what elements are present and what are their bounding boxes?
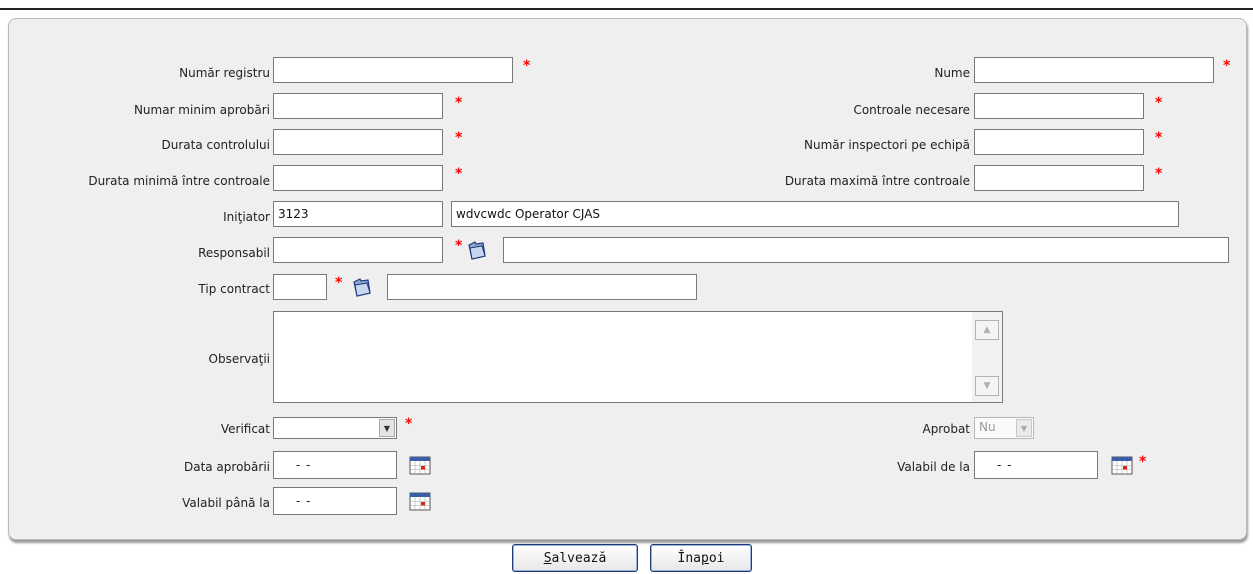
save-button-hotkey: S: [543, 550, 552, 566]
aprobat-value: Nu: [979, 420, 996, 434]
required-marker: *: [455, 238, 463, 254]
valabil-pana-la-input[interactable]: - -: [273, 487, 397, 515]
label-nume: Nume: [934, 66, 970, 80]
required-marker: *: [1139, 454, 1147, 470]
label-controale-necesare: Controale necesare: [853, 103, 970, 117]
calendar-icon[interactable]: [409, 455, 431, 475]
durata-maxima-input[interactable]: [974, 165, 1144, 191]
label-initiator: Iniţiator: [223, 210, 270, 224]
required-marker: *: [1155, 95, 1163, 111]
textarea-scrollbar[interactable]: ▲ ▼: [972, 312, 1002, 402]
label-tip-contract: Tip contract: [198, 282, 270, 296]
label-data-aprobarii: Data aprobării: [183, 460, 270, 474]
responsabil-name-input[interactable]: [503, 237, 1229, 263]
back-button[interactable]: Îna p oi: [650, 544, 752, 572]
label-verificat: Verificat: [220, 422, 270, 436]
verificat-select[interactable]: ▼: [273, 417, 397, 439]
numar-inspectori-input[interactable]: [974, 129, 1144, 155]
initiator-name-input[interactable]: wdvcwdc Operator CJAS: [451, 201, 1179, 227]
tip-contract-code-input[interactable]: [273, 274, 327, 300]
save-button-label: alvează: [551, 550, 607, 566]
required-marker: *: [1155, 130, 1163, 146]
required-marker: *: [455, 95, 463, 111]
required-marker: *: [335, 275, 343, 291]
label-valabil-pana-la: Valabil până la: [182, 496, 270, 510]
label-durata-controlului: Durata controlului: [161, 138, 270, 152]
tip-contract-name-input[interactable]: [387, 274, 697, 300]
required-marker: *: [455, 130, 463, 146]
label-responsabil: Responsabil: [198, 246, 270, 260]
required-marker: *: [523, 58, 531, 74]
initiator-code-input[interactable]: 3123: [273, 201, 443, 227]
scroll-up-icon[interactable]: ▲: [975, 320, 999, 340]
back-button-hotkey: p: [701, 550, 709, 566]
folder-icon[interactable]: [351, 276, 373, 298]
chevron-down-icon[interactable]: ▼: [1016, 419, 1032, 437]
controale-necesare-input[interactable]: [974, 93, 1144, 119]
required-marker: *: [1155, 166, 1163, 182]
form-panel: Număr registru * Nume * Numar minim apro…: [8, 18, 1247, 540]
calendar-icon[interactable]: [1111, 455, 1133, 475]
label-durata-minima: Durata minimă între controale: [88, 174, 270, 188]
required-marker: *: [405, 416, 413, 432]
folder-icon[interactable]: [466, 239, 488, 261]
durata-minima-input[interactable]: [273, 165, 443, 191]
label-numar-inspectori: Număr inspectori pe echipă: [804, 138, 970, 152]
numar-minim-aprobari-input[interactable]: [273, 93, 443, 119]
top-divider: [0, 8, 1253, 10]
responsabil-code-input[interactable]: [273, 237, 443, 263]
back-button-label-start: Îna: [677, 550, 701, 566]
nume-input[interactable]: [974, 57, 1214, 83]
observatii-textarea[interactable]: ▲ ▼: [273, 311, 1003, 403]
required-marker: *: [455, 166, 463, 182]
label-numar-minim-aprobari: Numar minim aprobări: [133, 103, 270, 117]
chevron-down-icon[interactable]: ▼: [379, 419, 395, 437]
required-marker: *: [1223, 58, 1231, 74]
aprobat-select[interactable]: Nu ▼: [974, 417, 1034, 439]
save-button[interactable]: Salvează: [512, 544, 638, 572]
durata-controlului-input[interactable]: [273, 129, 443, 155]
calendar-icon[interactable]: [409, 491, 431, 511]
label-valabil-de-la: Valabil de la: [897, 460, 970, 474]
back-button-label-end: oi: [708, 550, 725, 566]
valabil-de-la-input[interactable]: - -: [974, 451, 1098, 479]
data-aprobarii-input[interactable]: - -: [273, 451, 397, 479]
label-numar-registru: Număr registru: [179, 66, 270, 80]
label-observatii: Observaţii: [208, 352, 270, 366]
label-durata-maxima: Durata maximă între controale: [784, 174, 970, 188]
label-aprobat: Aprobat: [922, 422, 970, 436]
scroll-down-icon[interactable]: ▼: [975, 376, 999, 396]
numar-registru-input[interactable]: [273, 57, 513, 83]
